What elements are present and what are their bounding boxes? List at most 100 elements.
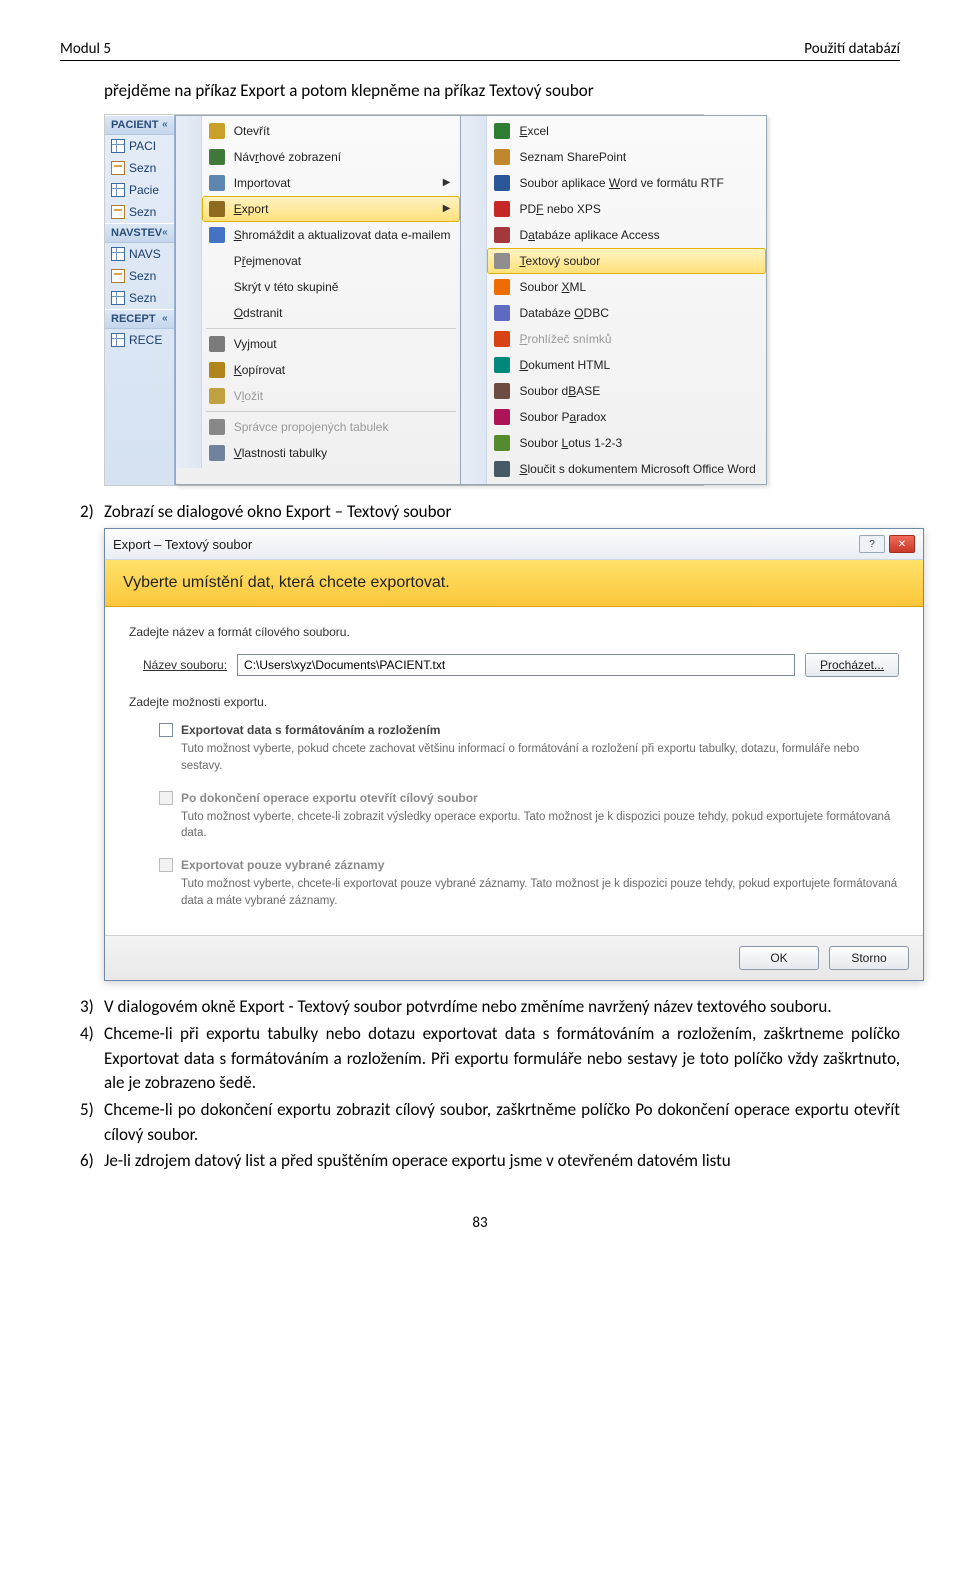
browse-button[interactable]: Procházet... — [805, 653, 899, 677]
context-menu-item[interactable]: Otevřít — [202, 118, 461, 144]
menu-item-label: Přejmenovat — [234, 254, 451, 268]
menu-item-icon — [493, 226, 511, 244]
menu-item-icon — [493, 304, 511, 322]
nav-group-header[interactable]: NAVSTEV« — [105, 223, 174, 243]
context-menu-item[interactable]: Importovat▶ — [202, 170, 461, 196]
menu-item-label: Soubor Paradox — [519, 410, 755, 424]
form-icon — [111, 161, 125, 175]
menu-item-icon — [208, 304, 226, 322]
form-icon — [111, 205, 125, 219]
filename-label: Název souboru: — [143, 658, 227, 672]
checkbox[interactable] — [159, 723, 173, 737]
nav-item[interactable]: Sezn — [105, 287, 174, 309]
help-button[interactable]: ? — [859, 535, 885, 553]
menu-item-label: Vyjmout — [234, 337, 451, 351]
dialog-subtitle-1: Zadejte název a formát cílového souboru. — [129, 625, 899, 639]
filename-input[interactable] — [237, 654, 795, 676]
context-menu-export-submenu: Excel Seznam SharePoint Soubor aplikace Wo… — [460, 115, 766, 485]
checkbox — [159, 791, 173, 805]
menu-item-icon — [493, 278, 511, 296]
menu-item-icon — [493, 382, 511, 400]
menu-item-icon — [493, 356, 511, 374]
nav-item[interactable]: Sezn — [105, 265, 174, 287]
menu-item-label: Export — [234, 202, 435, 216]
menu-item-label: Vlastnosti tabulky — [234, 446, 451, 460]
close-button[interactable]: ✕ — [889, 535, 915, 553]
cancel-button[interactable]: Storno — [829, 946, 909, 970]
nav-group-header[interactable]: RECEPT« — [105, 309, 174, 329]
context-menu-item[interactable]: Přejmenovat — [202, 248, 461, 274]
export-option: Exportovat pouze vybrané záznamyTuto mož… — [159, 858, 899, 909]
nav-item[interactable]: NAVS — [105, 243, 174, 265]
menu-item-icon — [493, 174, 511, 192]
step-3: 3) V dialogovém okně Export - Textový so… — [80, 995, 900, 1020]
export-submenu-item[interactable]: Seznam SharePoint — [487, 144, 765, 170]
nav-item[interactable]: PACI — [105, 135, 174, 157]
option-title: Exportovat data s formátováním a rozlože… — [181, 723, 440, 737]
export-submenu-item[interactable]: Soubor Paradox — [487, 404, 765, 430]
export-submenu-item[interactable]: Soubor XML — [487, 274, 765, 300]
menu-item-label: Kopírovat — [234, 363, 451, 377]
context-menu-item[interactable]: Vlastnosti tabulky — [202, 440, 461, 466]
dialog-banner: Vyberte umístění dat, která chcete expor… — [105, 560, 923, 607]
menu-item-icon — [493, 330, 511, 348]
export-submenu-item[interactable]: Databáze aplikace Access — [487, 222, 765, 248]
export-submenu-item[interactable]: Excel — [487, 118, 765, 144]
export-submenu-item[interactable]: Databáze ODBC — [487, 300, 765, 326]
context-menu-item[interactable]: Skrýt v této skupině — [202, 274, 461, 300]
nav-item[interactable]: Sezn — [105, 157, 174, 179]
menu-item-label: Dokument HTML — [519, 358, 755, 372]
dialog-title: Export – Textový soubor — [113, 537, 252, 552]
export-submenu-item[interactable]: Soubor dBASE — [487, 378, 765, 404]
menu-item-label: PDF nebo XPS — [519, 202, 755, 216]
nav-item[interactable]: Sezn — [105, 201, 174, 223]
menu-item-icon — [493, 252, 511, 270]
export-submenu-item[interactable]: Dokument HTML — [487, 352, 765, 378]
menu-item-label: Databáze ODBC — [519, 306, 755, 320]
header-left: Modul 5 — [60, 40, 111, 58]
context-menu-item[interactable]: Shromáždit a aktualizovat data e-mailem — [202, 222, 461, 248]
menu-item-icon — [208, 252, 226, 270]
export-submenu-item[interactable]: Soubor Lotus 1-2-3 — [487, 430, 765, 456]
menu-item-icon — [208, 174, 226, 192]
checkbox — [159, 858, 173, 872]
context-menu-item[interactable]: Návrhové zobrazení — [202, 144, 461, 170]
export-submenu-item[interactable]: Textový soubor — [487, 248, 765, 274]
menu-item-icon — [208, 335, 226, 353]
ok-button[interactable]: OK — [739, 946, 819, 970]
context-menu-item[interactable]: Vyjmout — [202, 331, 461, 357]
menu-item-label: Textový soubor — [519, 254, 755, 268]
context-menu-screenshot: PACIENT«PACISeznPacieSeznNAVSTEV«NAVSSez… — [104, 114, 704, 486]
export-option: Po dokončení operace exportu otevřít cíl… — [159, 791, 899, 842]
export-submenu-item[interactable]: PDF nebo XPS — [487, 196, 765, 222]
menu-item-label: Správce propojených tabulek — [234, 420, 451, 434]
menu-item-label: Soubor Lotus 1-2-3 — [519, 436, 755, 450]
menu-item-icon — [493, 434, 511, 452]
menu-item-label: Vložit — [234, 389, 451, 403]
export-submenu-item[interactable]: Soubor aplikace Word ve formátu RTF — [487, 170, 765, 196]
menu-separator — [206, 328, 457, 329]
menu-item-label: Seznam SharePoint — [519, 150, 755, 164]
nav-item[interactable]: Pacie — [105, 179, 174, 201]
menu-item-icon — [493, 200, 511, 218]
menu-item-icon — [493, 460, 511, 478]
context-menu-item: Vložit — [202, 383, 461, 409]
page-number: 83 — [60, 1214, 900, 1232]
menu-item-label: Soubor dBASE — [519, 384, 755, 398]
context-menu-item[interactable]: Kopírovat — [202, 357, 461, 383]
menu-item-icon — [208, 278, 226, 296]
step-6: 6) Je-li zdrojem datový list a před spuš… — [80, 1149, 900, 1174]
context-menu-item[interactable]: Export▶ — [202, 196, 461, 222]
nav-group-header[interactable]: PACIENT« — [105, 115, 174, 135]
menu-item-label: Skrýt v této skupině — [234, 280, 451, 294]
menu-item-icon — [208, 444, 226, 462]
menu-item-icon — [208, 418, 226, 436]
context-menu-item: Správce propojených tabulek — [202, 414, 461, 440]
nav-item[interactable]: RECE — [105, 329, 174, 351]
table-icon — [111, 333, 125, 347]
context-menu-item[interactable]: Odstranit — [202, 300, 461, 326]
menu-item-icon — [208, 148, 226, 166]
context-menu-main: OtevřítNávrhové zobrazeníImportovat▶Expo… — [175, 115, 462, 485]
export-submenu-item[interactable]: Sloučit s dokumentem Microsoft Office Wo… — [487, 456, 765, 482]
submenu-arrow-icon: ▶ — [443, 177, 451, 188]
